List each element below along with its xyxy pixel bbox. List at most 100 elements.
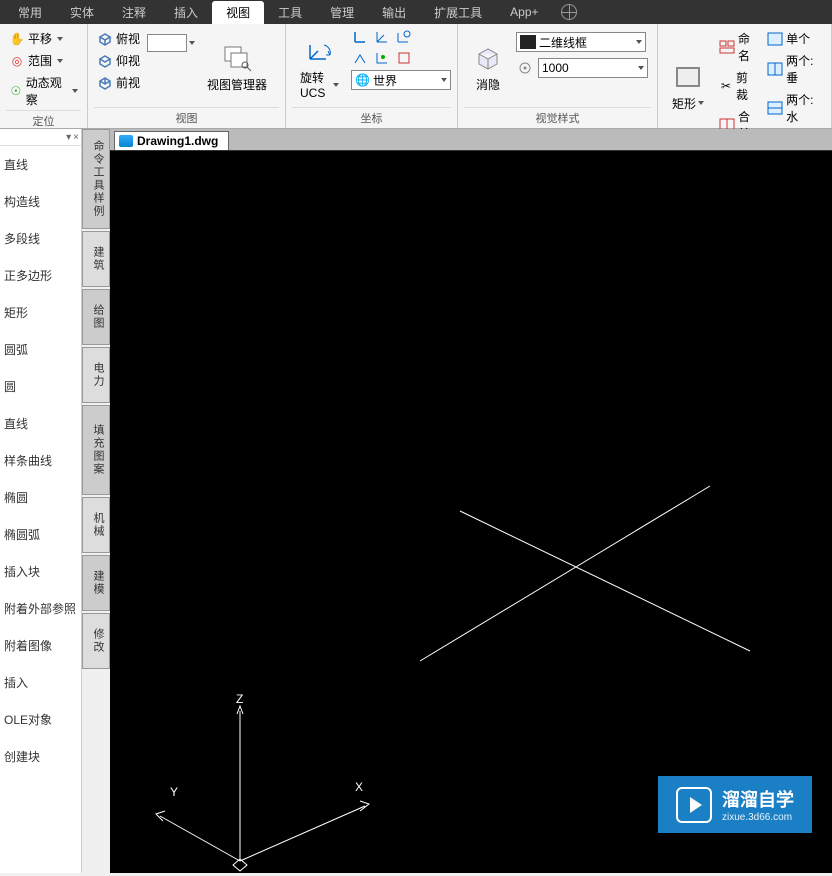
ucs-tool-1[interactable]	[351, 28, 369, 46]
drawing-viewport[interactable]: Z Y X 溜溜自学zixue.3d66.com	[110, 151, 832, 873]
panel-nav-label: 定位	[6, 110, 81, 129]
target-icon: ◎	[9, 53, 25, 69]
orbit-icon: ☉	[9, 83, 23, 99]
two-v-vport-button[interactable]: 两个: 垂	[764, 50, 825, 88]
menu-view[interactable]: 视图	[212, 1, 264, 24]
ribbon: ✋平移 ◎范围 ☉动态观察 定位 俯视 仰视 前视 视图管理器 视图	[0, 24, 832, 129]
two-h-vport-button[interactable]: 两个: 水	[764, 89, 825, 127]
svg-text:Z: Z	[236, 692, 243, 706]
panel-min-icon[interactable]: ▾	[66, 132, 71, 143]
tool-pline[interactable]: 多段线	[0, 220, 81, 257]
rotate-ucs-button[interactable]: 旋转UCS	[292, 28, 347, 107]
hide-button[interactable]: 消隐	[464, 28, 512, 107]
rect-vport-button[interactable]: 矩形	[664, 28, 712, 144]
visual-style-select[interactable]: 二维线框	[516, 32, 646, 52]
tool-line2[interactable]: 直线	[0, 405, 81, 442]
ucs-tool-4[interactable]	[351, 49, 369, 67]
orbit-button[interactable]: ☉动态观察	[6, 72, 81, 110]
two-v-icon	[767, 61, 783, 77]
side-tab-cmd[interactable]: 命令工具样例	[82, 129, 110, 229]
globe-icon[interactable]	[561, 4, 577, 20]
tool-ellipse-arc[interactable]: 椭圆弧	[0, 516, 81, 553]
distance-input[interactable]	[542, 61, 636, 75]
cube-front-icon	[97, 75, 113, 91]
panel-visual-label: 视觉样式	[464, 107, 651, 126]
workspace: ▾× 直线 构造线 多段线 正多边形 矩形 圆弧 圆 直线 样条曲线 椭圆 椭圆…	[0, 129, 832, 873]
side-tabs: 命令工具样例 建筑 给图 电力 填充图案 机械 建模 修改	[82, 129, 110, 873]
ucs-axes	[156, 706, 369, 871]
menu-solid[interactable]: 实体	[56, 1, 108, 24]
menu-output[interactable]: 输出	[368, 1, 420, 24]
two-h-icon	[767, 100, 783, 116]
tool-image[interactable]: 附着图像	[0, 627, 81, 664]
world-icon: 🌐	[355, 73, 370, 87]
pan-button[interactable]: ✋平移	[6, 28, 81, 49]
top-view-button[interactable]: 俯视	[94, 28, 143, 49]
bottom-view-button[interactable]: 仰视	[94, 50, 143, 71]
tool-insert-block[interactable]: 插入块	[0, 553, 81, 590]
menu-tools[interactable]: 工具	[264, 1, 316, 24]
rect-icon	[672, 61, 704, 93]
ucs-icon	[304, 35, 336, 67]
tool-arc[interactable]: 圆弧	[0, 331, 81, 368]
tool-rect[interactable]: 矩形	[0, 294, 81, 331]
tool-xline[interactable]: 构造线	[0, 183, 81, 220]
world-select[interactable]: 🌐 世界	[351, 70, 451, 90]
tool-ellipse[interactable]: 椭圆	[0, 479, 81, 516]
ucs-tool-3[interactable]	[395, 28, 413, 46]
file-tab[interactable]: Drawing1.dwg	[114, 131, 229, 150]
menu-common[interactable]: 常用	[4, 1, 56, 24]
tool-spline[interactable]: 样条曲线	[0, 442, 81, 479]
watermark: 溜溜自学zixue.3d66.com	[658, 776, 812, 833]
side-tab-draw[interactable]: 给图	[82, 289, 110, 345]
ucs-tool-5[interactable]	[373, 49, 391, 67]
canvas-area: Drawing1.dwg Z Y X	[110, 129, 832, 873]
name-icon	[719, 39, 735, 55]
cube-bottom-icon	[97, 53, 113, 69]
menu-bar: 常用 实体 注释 插入 视图 工具 管理 输出 扩展工具 App+	[0, 0, 832, 24]
side-tab-model[interactable]: 建模	[82, 555, 110, 611]
file-tab-bar: Drawing1.dwg	[110, 129, 832, 151]
panel-close-icon[interactable]: ×	[73, 132, 79, 143]
menu-app[interactable]: App+	[496, 2, 552, 22]
panel-view-label: 视图	[94, 107, 279, 126]
tool-line[interactable]: 直线	[0, 146, 81, 183]
menu-ext[interactable]: 扩展工具	[420, 1, 496, 24]
side-tab-elec[interactable]: 电力	[82, 347, 110, 403]
tool-ole[interactable]: OLE对象	[0, 701, 81, 738]
ucs-tool-6[interactable]	[395, 49, 413, 67]
menu-annotate[interactable]: 注释	[108, 1, 160, 24]
zoom-extents-button[interactable]: ◎范围	[6, 50, 81, 71]
dwg-icon	[119, 135, 133, 147]
ucs-tool-2[interactable]	[373, 28, 391, 46]
left-tool-panel: ▾× 直线 构造线 多段线 正多边形 矩形 圆弧 圆 直线 样条曲线 椭圆 椭圆…	[0, 129, 82, 873]
front-view-button[interactable]: 前视	[94, 72, 143, 93]
tool-block[interactable]: 创建块	[0, 738, 81, 775]
tool-xref[interactable]: 附着外部参照	[0, 590, 81, 627]
menu-manage[interactable]: 管理	[316, 1, 368, 24]
menu-insert[interactable]: 插入	[160, 1, 212, 24]
cube-top-icon	[97, 31, 113, 47]
side-tab-modify[interactable]: 修改	[82, 613, 110, 669]
drawing-content: Z Y X	[110, 151, 832, 873]
hand-icon: ✋	[9, 31, 25, 47]
svg-text:Y: Y	[170, 785, 178, 799]
tool-circle[interactable]: 圆	[0, 368, 81, 405]
clip-vport-button[interactable]: ✂剪裁	[716, 67, 760, 105]
dist-icon	[516, 59, 534, 77]
single-vport-button[interactable]: 单个	[764, 28, 825, 49]
name-vport-button[interactable]: 命名	[716, 28, 760, 66]
style-swatch-icon	[520, 35, 536, 49]
view-mgr-icon	[221, 42, 253, 74]
view-manager-button[interactable]: 视图管理器	[199, 28, 275, 107]
side-tab-arch[interactable]: 建筑	[82, 231, 110, 287]
tool-insert[interactable]: 插入	[0, 664, 81, 701]
svg-text:X: X	[355, 780, 363, 794]
single-icon	[767, 31, 783, 47]
panel-coord-label: 坐标	[292, 107, 451, 126]
clip-icon: ✂	[719, 78, 733, 94]
tool-polygon[interactable]: 正多边形	[0, 257, 81, 294]
side-tab-hatch[interactable]: 填充图案	[82, 405, 110, 495]
watermark-logo-icon	[676, 787, 712, 823]
side-tab-mech[interactable]: 机械	[82, 497, 110, 553]
